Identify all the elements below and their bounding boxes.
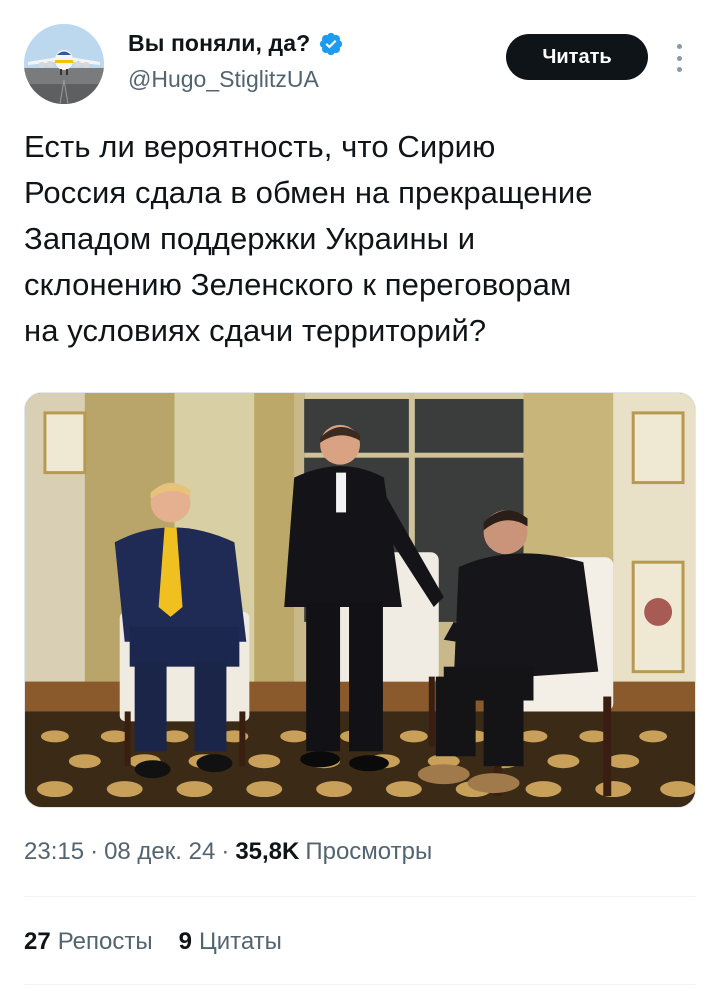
tweet-text: Есть ли вероятность, что Сирию Россия сд… — [24, 129, 593, 348]
tweet-time[interactable]: 23:15 — [24, 838, 84, 866]
divider — [24, 984, 696, 985]
tweet-stats-row: 27 Репосты 9 Цитаты — [24, 928, 308, 956]
views-label: Просмотры — [305, 838, 433, 865]
meta-separator: · — [221, 838, 230, 865]
tweet-meta-row: 23:15 · 08 дек. 24 · 35,8K Просмотры — [24, 838, 432, 866]
airplane-avatar-icon — [24, 24, 104, 104]
reposts-label: Репосты — [57, 928, 153, 955]
author-handle[interactable]: @Hugo_StiglitzUA — [128, 66, 319, 93]
photo-illustration — [25, 393, 695, 807]
author-name-row: Вы поняли, да? — [128, 30, 344, 57]
follow-button[interactable]: Читать — [506, 34, 648, 80]
tweet-photo[interactable] — [24, 392, 696, 808]
views-count: 35,8K — [235, 838, 300, 865]
author-name[interactable]: Вы поняли, да? — [128, 30, 310, 57]
tweet-date[interactable]: 08 дек. 24 — [104, 838, 215, 866]
quotes-label: Цитаты — [198, 928, 282, 955]
meta-separator: · — [90, 838, 99, 865]
dot — [676, 67, 682, 72]
more-vertical-icon[interactable] — [668, 40, 690, 76]
verified-badge-icon — [320, 32, 343, 55]
quotes-stat[interactable]: 9 Цитаты — [179, 928, 282, 956]
dot — [676, 44, 682, 49]
reposts-stat[interactable]: 27 Репосты — [24, 928, 153, 956]
dot — [676, 55, 682, 61]
divider — [24, 896, 696, 897]
author-avatar[interactable] — [24, 24, 104, 104]
reposts-count: 27 — [24, 928, 51, 955]
quotes-count: 9 — [178, 928, 192, 955]
tweet-detail: Вы поняли, да? @Hugo_StiglitzUA Читать Е… — [0, 0, 720, 991]
